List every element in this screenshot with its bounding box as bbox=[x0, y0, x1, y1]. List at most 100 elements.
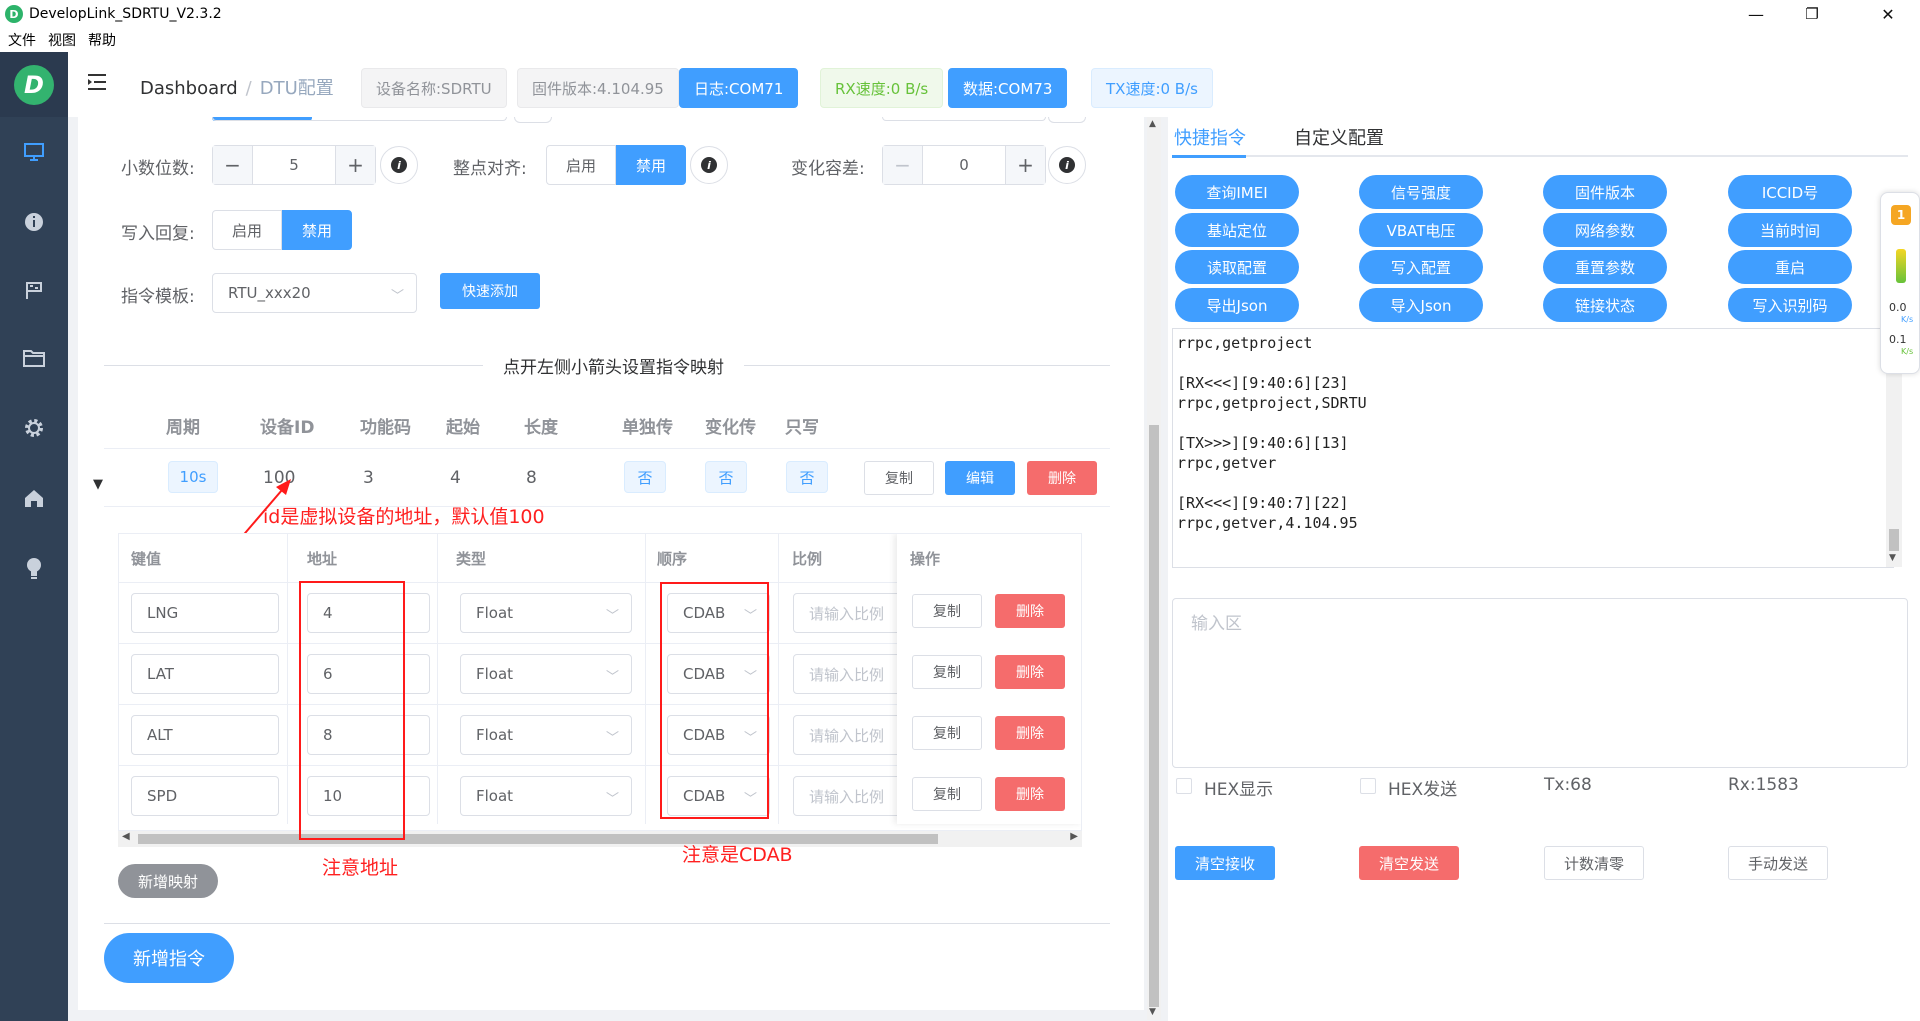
iccid-button[interactable]: ICCID号 bbox=[1728, 175, 1852, 209]
delete-mapping-button[interactable]: 删除 bbox=[995, 716, 1065, 750]
scrollbar-thumb[interactable] bbox=[1149, 425, 1159, 1007]
write-reply-enable-option[interactable]: 启用 bbox=[212, 210, 282, 250]
scroll-up-icon[interactable]: ▲ bbox=[1149, 119, 1156, 129]
template-select[interactable]: RTU_xxx20 ﹀ bbox=[212, 273, 417, 313]
tab-custom-config[interactable]: 自定义配置 bbox=[1294, 117, 1384, 157]
receive-log[interactable]: rrpc,getproject [RX<<<][9:40:6][23] rrpc… bbox=[1172, 328, 1894, 568]
decimal-stepper[interactable]: − 5 + bbox=[212, 145, 376, 185]
ratio-input[interactable]: 请输入比例 bbox=[793, 593, 913, 633]
scroll-left-icon[interactable]: ◀ bbox=[122, 831, 130, 842]
close-button[interactable]: ✕ bbox=[1860, 0, 1916, 28]
ratio-input[interactable]: 请输入比例 bbox=[793, 776, 913, 816]
scrollbar-thumb[interactable] bbox=[138, 834, 938, 844]
query-imei-button[interactable]: 查询IMEI bbox=[1175, 175, 1299, 209]
signal-strength-button[interactable]: 信号强度 bbox=[1359, 175, 1483, 209]
sidebar-item-monitor[interactable] bbox=[0, 132, 68, 172]
write-id-code-button[interactable]: 写入识别码 bbox=[1728, 288, 1852, 322]
menu-toggle-icon[interactable] bbox=[86, 72, 108, 97]
quick-add-button[interactable]: 快速添加 bbox=[440, 273, 540, 309]
decimal-help[interactable]: i bbox=[380, 146, 418, 184]
delete-mapping-button[interactable]: 删除 bbox=[995, 594, 1065, 628]
config-vertical-scrollbar[interactable]: ▲ ▼ bbox=[1147, 117, 1161, 1020]
key-input[interactable]: LAT bbox=[131, 654, 279, 694]
speed-widget[interactable]: 1 0.0 K/s 0.1 K/s bbox=[1880, 192, 1920, 374]
firmware-version-button[interactable]: 固件版本 bbox=[1543, 175, 1667, 209]
type-value: Float bbox=[476, 665, 514, 683]
type-select[interactable]: Float ﹀ bbox=[460, 715, 632, 755]
clear-send-button[interactable]: 清空发送 bbox=[1359, 846, 1459, 880]
read-config-button[interactable]: 读取配置 bbox=[1175, 250, 1299, 284]
minimize-button[interactable]: — bbox=[1728, 0, 1784, 28]
export-json-button[interactable]: 导出Json bbox=[1175, 288, 1299, 322]
breadcrumb-dashboard[interactable]: Dashboard bbox=[140, 78, 238, 99]
scroll-down-icon[interactable]: ▼ bbox=[1889, 553, 1896, 563]
restart-button[interactable]: 重启 bbox=[1728, 250, 1852, 284]
decimal-value[interactable]: 5 bbox=[253, 146, 335, 184]
sidebar-item-home[interactable] bbox=[0, 478, 68, 518]
tolerance-value[interactable]: 0 bbox=[923, 146, 1005, 184]
vbat-voltage-button[interactable]: VBAT电压 bbox=[1359, 213, 1483, 247]
hex-display-checkbox[interactable] bbox=[1176, 778, 1192, 794]
delete-mapping-button[interactable]: 删除 bbox=[995, 655, 1065, 689]
log-port-tag[interactable]: 日志:COM71 bbox=[679, 68, 799, 108]
align-enable-option[interactable]: 启用 bbox=[546, 145, 616, 185]
tolerance-stepper[interactable]: − 0 + bbox=[882, 145, 1046, 185]
send-input-area[interactable]: 输入区 bbox=[1172, 598, 1908, 768]
type-select[interactable]: Float ﹀ bbox=[460, 776, 632, 816]
reset-count-button[interactable]: 计数清零 bbox=[1544, 846, 1644, 880]
decimal-plus-button[interactable]: + bbox=[335, 146, 375, 184]
type-select[interactable]: Float ﹀ bbox=[460, 654, 632, 694]
tolerance-help[interactable]: i bbox=[1048, 146, 1086, 184]
align-disable-option[interactable]: 禁用 bbox=[616, 145, 686, 185]
add-mapping-button[interactable]: 新增映射 bbox=[118, 864, 218, 898]
hex-display-label[interactable]: HEX显示 bbox=[1204, 775, 1273, 800]
network-params-button[interactable]: 网络参数 bbox=[1543, 213, 1667, 247]
edit-command-button[interactable]: 编辑 bbox=[945, 461, 1015, 495]
add-command-button[interactable]: 新增指令 bbox=[104, 933, 234, 983]
key-input[interactable]: ALT bbox=[131, 715, 279, 755]
copy-command-button[interactable]: 复制 bbox=[864, 461, 934, 495]
sidebar-item-tips[interactable] bbox=[0, 548, 68, 588]
delete-command-button[interactable]: 删除 bbox=[1027, 461, 1097, 495]
scroll-right-icon[interactable]: ▶ bbox=[1070, 831, 1078, 842]
scroll-down-icon[interactable]: ▼ bbox=[1149, 1007, 1156, 1017]
clear-receive-button[interactable]: 清空接收 bbox=[1175, 846, 1275, 880]
scrollbar-thumb[interactable] bbox=[1889, 529, 1899, 551]
sidebar-item-info[interactable] bbox=[0, 202, 68, 242]
tab-quick-commands[interactable]: 快捷指令 bbox=[1174, 117, 1246, 157]
current-time-button[interactable]: 当前时间 bbox=[1728, 213, 1852, 247]
copy-mapping-button[interactable]: 复制 bbox=[912, 777, 982, 811]
tolerance-minus-button[interactable]: − bbox=[883, 146, 923, 184]
maximize-button[interactable]: ❐ bbox=[1784, 0, 1840, 28]
tolerance-plus-button[interactable]: + bbox=[1005, 146, 1045, 184]
key-input[interactable]: SPD bbox=[131, 776, 279, 816]
expand-arrow-icon[interactable]: ▼ bbox=[93, 477, 103, 492]
cell-location-button[interactable]: 基站定位 bbox=[1175, 213, 1299, 247]
mapping-horizontal-scrollbar[interactable]: ◀ ▶ bbox=[118, 831, 1082, 847]
write-reply-disable-option[interactable]: 禁用 bbox=[282, 210, 352, 250]
sidebar-item-flag[interactable] bbox=[0, 270, 68, 310]
ratio-input[interactable]: 请输入比例 bbox=[793, 654, 913, 694]
sidebar-item-folder[interactable] bbox=[0, 338, 68, 378]
menu-help[interactable]: 帮助 bbox=[88, 30, 116, 50]
decimal-minus-button[interactable]: − bbox=[213, 146, 253, 184]
copy-mapping-button[interactable]: 复制 bbox=[912, 655, 982, 689]
key-input[interactable]: LNG bbox=[131, 593, 279, 633]
type-select[interactable]: Float ﹀ bbox=[460, 593, 632, 633]
copy-mapping-button[interactable]: 复制 bbox=[912, 594, 982, 628]
data-port-tag[interactable]: 数据:COM73 bbox=[948, 68, 1068, 108]
align-help[interactable]: i bbox=[690, 146, 728, 184]
sidebar-item-settings[interactable] bbox=[0, 408, 68, 448]
menu-file[interactable]: 文件 bbox=[8, 30, 36, 50]
hex-send-checkbox[interactable] bbox=[1360, 778, 1376, 794]
import-json-button[interactable]: 导入Json bbox=[1359, 288, 1483, 322]
hex-send-label[interactable]: HEX发送 bbox=[1388, 775, 1457, 800]
ratio-input[interactable]: 请输入比例 bbox=[793, 715, 913, 755]
copy-mapping-button[interactable]: 复制 bbox=[912, 716, 982, 750]
reset-params-button[interactable]: 重置参数 bbox=[1543, 250, 1667, 284]
menu-view[interactable]: 视图 bbox=[48, 30, 76, 50]
write-config-button[interactable]: 写入配置 bbox=[1359, 250, 1483, 284]
link-status-button[interactable]: 链接状态 bbox=[1543, 288, 1667, 322]
manual-send-button[interactable]: 手动发送 bbox=[1728, 846, 1828, 880]
delete-mapping-button[interactable]: 删除 bbox=[995, 777, 1065, 811]
